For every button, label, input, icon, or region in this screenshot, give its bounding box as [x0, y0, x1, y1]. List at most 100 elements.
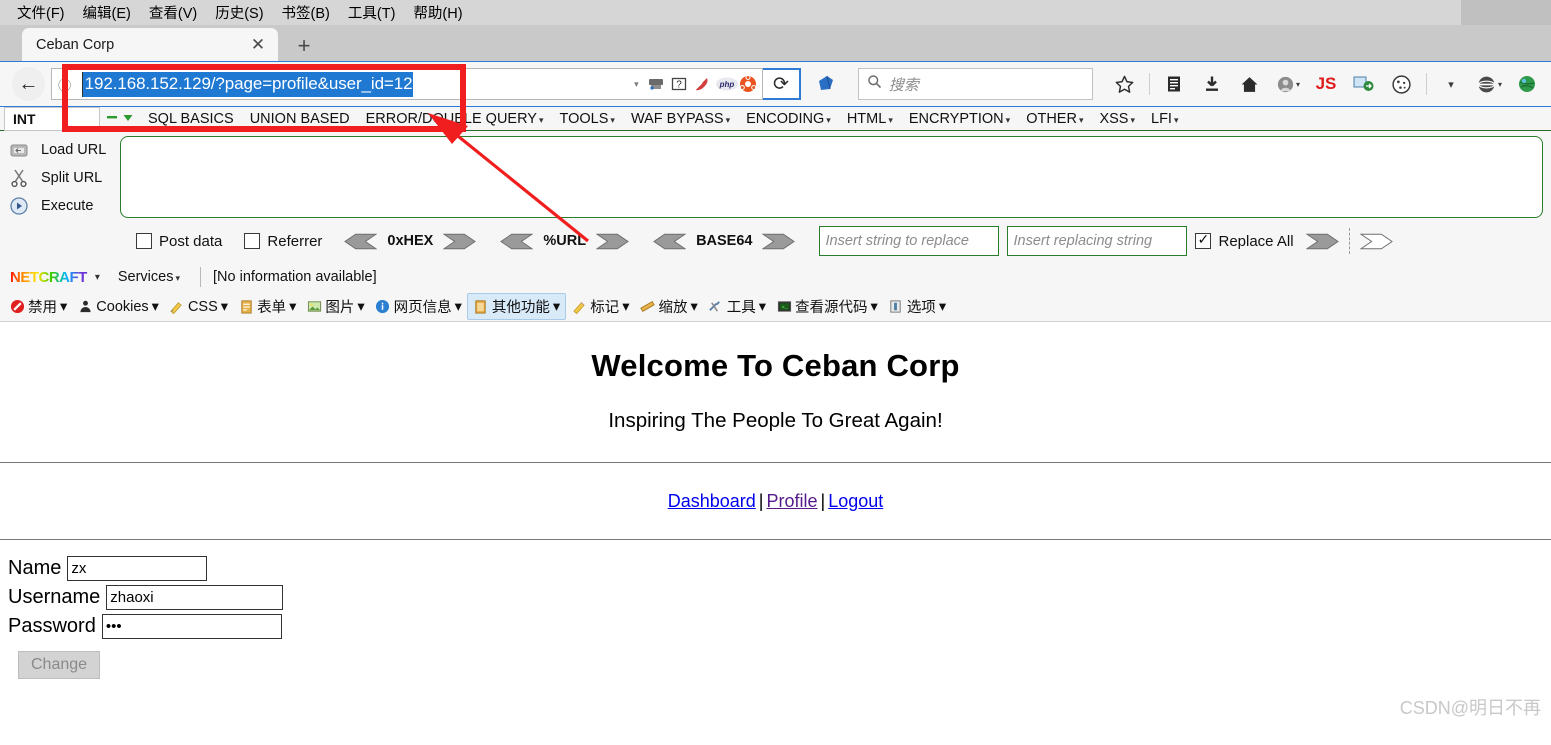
- load-url-button[interactable]: Load URL: [0, 136, 120, 164]
- menu-view[interactable]: 查看(V): [140, 2, 206, 23]
- webdev-forms[interactable]: 表单 ▾: [233, 294, 301, 319]
- replace-all-checkbox[interactable]: [1195, 231, 1212, 249]
- encode-right-arrow-icon[interactable]: [762, 233, 796, 250]
- php-icon[interactable]: php: [715, 74, 738, 94]
- webdev-resize[interactable]: 缩放 ▾: [634, 294, 702, 319]
- webdev-outline[interactable]: 标记 ▾: [566, 294, 634, 319]
- address-bar[interactable]: ⓘ 192.168.152.129/?page=profile&user_id=…: [50, 68, 763, 100]
- bookmark-int[interactable]: INT: [4, 106, 100, 131]
- search-box[interactable]: 搜索: [857, 68, 1093, 100]
- chevron-down-icon[interactable]: ▾: [1296, 80, 1300, 89]
- watermark: CSDN@明日不再: [1399, 698, 1541, 718]
- split-url-button[interactable]: Split URL: [0, 164, 120, 192]
- bookmark-union-based[interactable]: UNION BASED: [242, 111, 358, 127]
- bookmark-lfi[interactable]: LFI ▾: [1143, 111, 1186, 127]
- webdev-tools[interactable]: 工具 ▾: [703, 294, 771, 319]
- home-icon[interactable]: [1232, 66, 1268, 102]
- chevron-down-icon[interactable]: ▾: [1498, 80, 1502, 89]
- bookmark-tools[interactable]: TOOLS ▾: [552, 111, 623, 127]
- chevron-down-icon[interactable]: ▾: [634, 79, 639, 90]
- cookie-manager-icon[interactable]: [1384, 66, 1420, 102]
- decode-left-arrow-icon[interactable]: [653, 233, 687, 250]
- javascript-toggle-icon[interactable]: JS: [1308, 66, 1344, 102]
- burp-suite-icon[interactable]: [809, 66, 844, 102]
- netcraft-services-menu[interactable]: Services ▾: [110, 269, 188, 285]
- bookmark-label: LFI: [1151, 110, 1172, 127]
- proxy-switch-icon[interactable]: [1346, 66, 1382, 102]
- chevron-down-icon: ▾: [220, 298, 229, 315]
- replace-apply-icon[interactable]: [1305, 233, 1339, 250]
- chevron-down-icon: ▾: [758, 298, 767, 315]
- webdev-css[interactable]: CSS ▾: [164, 297, 233, 317]
- change-button[interactable]: Change: [18, 651, 101, 679]
- question-box-icon[interactable]: ?: [669, 74, 689, 94]
- hackbar-panel: Load URL Split URL Execute Post data Ref…: [0, 131, 1551, 262]
- toolbar-divider: [200, 267, 201, 287]
- post-data-checkbox[interactable]: [136, 233, 152, 249]
- encode-right-arrow-icon[interactable]: [443, 233, 477, 250]
- replace-from-input[interactable]: Insert string to replace: [819, 226, 1000, 256]
- user-agent-switcher-icon[interactable]: ▾: [1471, 66, 1507, 102]
- ubuntu-icon[interactable]: [738, 74, 758, 94]
- execute-button[interactable]: Execute: [0, 192, 120, 220]
- bookmark-green-icons: [100, 111, 140, 127]
- bookmark-xss[interactable]: XSS ▾: [1091, 111, 1143, 127]
- menu-file[interactable]: 文件(F): [8, 2, 74, 23]
- new-tab-icon[interactable]: +: [291, 35, 317, 57]
- nav-link-logout[interactable]: Logout: [828, 491, 883, 511]
- menu-bookmarks[interactable]: 书签(B): [273, 2, 339, 23]
- chevron-down-icon: ▾: [454, 298, 462, 315]
- username-input[interactable]: zhaoxi: [106, 585, 284, 610]
- chevron-down-icon: ▾: [1078, 114, 1084, 125]
- chevron-down-icon: ▾: [357, 298, 365, 315]
- name-input[interactable]: zx: [67, 556, 208, 581]
- menu-tools[interactable]: 工具(T): [339, 2, 405, 23]
- nav-link-dashboard[interactable]: Dashboard: [668, 491, 756, 511]
- nav-link-profile[interactable]: Profile: [766, 491, 817, 511]
- globe-icon[interactable]: [1509, 66, 1545, 102]
- bookmark-encryption[interactable]: ENCRYPTION ▾: [901, 111, 1018, 127]
- hackbar-url-textarea[interactable]: [120, 136, 1543, 218]
- webdev-page-info[interactable]: 网页信息 ▾: [370, 294, 467, 319]
- webdev-images[interactable]: 图片 ▾: [301, 294, 369, 319]
- page-content: Welcome To Ceban Corp Inspiring The Peop…: [0, 322, 1551, 728]
- account-icon[interactable]: ▾: [1270, 66, 1306, 102]
- chevron-down-icon[interactable]: ▾: [89, 272, 110, 283]
- decode-left-arrow-icon[interactable]: [500, 233, 534, 250]
- library-icon[interactable]: [1156, 66, 1192, 102]
- bookmark-waf-bypass[interactable]: WAF BYPASS ▾: [623, 111, 738, 127]
- menu-history[interactable]: 历史(S): [206, 2, 272, 23]
- bookmark-star-icon[interactable]: [1107, 66, 1143, 102]
- replace-to-input[interactable]: Insert replacing string: [1007, 226, 1188, 256]
- minus-green-icon[interactable]: [106, 111, 118, 127]
- replace-clear-icon[interactable]: [1359, 233, 1393, 250]
- server-icon[interactable]: [646, 74, 666, 94]
- bookmark-error-double-query[interactable]: ERROR/DOUBLE QUERY ▾: [358, 111, 552, 127]
- webdev-view-source[interactable]: >_ 查看源代码 ▾: [771, 294, 883, 319]
- webdev-disable[interactable]: 禁用 ▾: [4, 294, 72, 319]
- down-arrow-green-icon[interactable]: [122, 111, 134, 127]
- bookmark-other[interactable]: OTHER ▾: [1018, 111, 1091, 127]
- bookmark-encoding[interactable]: ENCODING ▾: [738, 111, 839, 127]
- bookmark-html[interactable]: HTML ▾: [839, 111, 901, 127]
- password-input[interactable]: •••: [101, 614, 282, 639]
- menu-edit[interactable]: 编辑(E): [74, 2, 140, 23]
- encode-right-arrow-icon[interactable]: [596, 233, 629, 250]
- bookmark-label: ENCODING: [746, 110, 825, 127]
- site-identity-icon[interactable]: ⓘ: [52, 75, 78, 94]
- chevron-down-icon[interactable]: ▾: [1433, 66, 1469, 102]
- webdev-cookies[interactable]: Cookies ▾: [72, 297, 164, 317]
- downloads-icon[interactable]: [1194, 66, 1230, 102]
- search-placeholder: 搜索: [888, 76, 919, 94]
- referrer-checkbox[interactable]: [244, 233, 261, 249]
- webdev-misc[interactable]: 其他功能 ▾: [466, 293, 567, 320]
- menu-help[interactable]: 帮助(H): [404, 2, 471, 23]
- back-icon[interactable]: ←: [12, 67, 45, 101]
- tab-ceban-corp[interactable]: Ceban Corp ✕: [22, 28, 278, 61]
- close-icon[interactable]: ✕: [248, 35, 268, 55]
- bookmark-sql-basics[interactable]: SQL BASICS: [140, 111, 242, 127]
- webdev-options[interactable]: 选项 ▾: [883, 294, 951, 319]
- feather-icon[interactable]: [692, 74, 712, 94]
- decode-left-arrow-icon[interactable]: [344, 233, 378, 250]
- reload-button[interactable]: ⟳: [762, 68, 802, 100]
